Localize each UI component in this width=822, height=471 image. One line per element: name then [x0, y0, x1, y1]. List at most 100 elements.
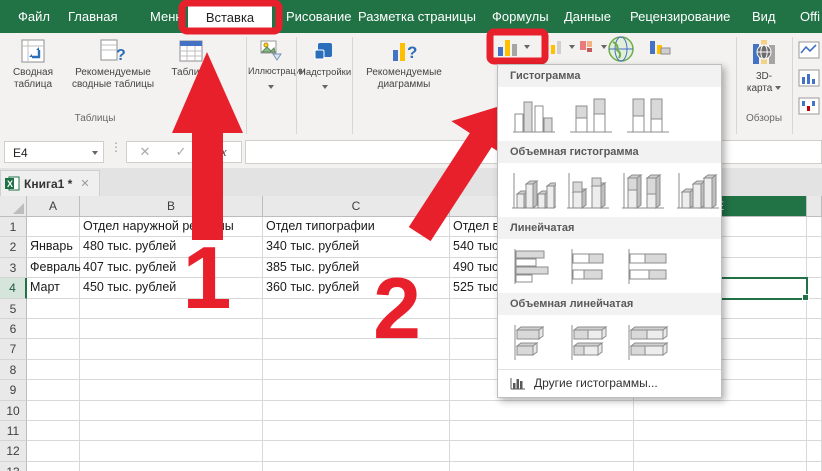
select-all-corner[interactable] [0, 196, 27, 217]
row-header-13[interactable]: 13 [0, 461, 27, 471]
chart-type-clustered-column[interactable] [510, 93, 558, 137]
document-tab[interactable]: X Книга1 * ✕ [0, 170, 100, 196]
row-header-11[interactable]: 11 [0, 421, 27, 442]
ribbon-tab-Разметка страницы[interactable]: Разметка страницы [358, 0, 476, 33]
cell-A11[interactable] [27, 421, 80, 442]
ribbon-tab-Данные[interactable]: Данные [564, 0, 611, 33]
insert-line-chart-button[interactable] [549, 39, 575, 55]
cell-B4[interactable]: 450 тыс. рублей [80, 278, 263, 299]
row-header-1[interactable]: 1 [0, 217, 27, 238]
chart-type-stacked-bar[interactable] [567, 245, 615, 289]
insert-map-chart-button[interactable] [606, 35, 636, 63]
row-header-2[interactable]: 2 [0, 237, 27, 258]
cell-C8[interactable] [263, 359, 450, 381]
chart-type-bar-3d-stacked[interactable] [567, 321, 615, 365]
cell-B7[interactable] [80, 339, 263, 360]
row-header-10[interactable]: 10 [0, 400, 27, 421]
cell-F5[interactable] [807, 298, 822, 319]
ribbon-tab-Формулы[interactable]: Формулы [492, 0, 549, 33]
cell-F9[interactable] [807, 380, 822, 401]
insert-hierarchy-chart-button[interactable] [579, 39, 607, 55]
cell-E10[interactable] [634, 400, 807, 421]
row-header-9[interactable]: 9 [0, 380, 27, 401]
cell-A3[interactable]: Февраль [27, 257, 81, 279]
cell-F10[interactable] [807, 400, 822, 421]
cell-C3[interactable]: 385 тыс. рублей [263, 257, 450, 279]
cell-A9[interactable] [27, 380, 80, 401]
cell-D12[interactable] [450, 441, 634, 462]
cell-E13[interactable] [634, 461, 807, 471]
cell-B10[interactable] [80, 400, 263, 421]
cell-D11[interactable] [450, 421, 634, 442]
addins-button[interactable]: Надстройки [299, 38, 351, 94]
cell-F11[interactable] [807, 421, 822, 442]
cell-F1[interactable] [807, 217, 822, 238]
row-header-8[interactable]: 8 [0, 359, 27, 381]
cell-F7[interactable] [807, 339, 822, 360]
cell-F12[interactable] [807, 441, 822, 462]
cell-A4[interactable]: Март [27, 278, 80, 299]
cell-C7[interactable] [263, 339, 450, 360]
cell-A10[interactable] [27, 400, 80, 421]
row-header-7[interactable]: 7 [0, 339, 27, 360]
pivot-table-button[interactable]: Сводная таблица [4, 38, 62, 91]
insert-pivot-chart-button[interactable] [648, 38, 672, 56]
insert-function-button[interactable]: fx [202, 141, 242, 163]
cell-B1[interactable]: Отдел наружной рекламы [80, 217, 263, 238]
ribbon-tab-Вставка[interactable]: Вставка [188, 3, 272, 33]
chart-type-stacked-column-100[interactable] [624, 93, 672, 137]
recommended-pivot-button[interactable]: ? Рекомендуемые сводные таблицы [62, 38, 164, 91]
sparkline-line-button[interactable] [798, 41, 820, 59]
map-3d-button[interactable]: 3D- карта [738, 38, 790, 95]
fill-handle[interactable] [802, 293, 809, 301]
chart-type-column-3d[interactable] [675, 169, 721, 213]
ribbon-tab-Вид[interactable]: Вид [752, 0, 776, 33]
chart-type-column-3d-stacked[interactable] [565, 169, 611, 213]
chart-type-clustered-bar[interactable] [510, 245, 558, 289]
cell-C10[interactable] [263, 400, 450, 421]
column-header-B[interactable]: B [80, 196, 263, 217]
cell-B6[interactable] [80, 319, 263, 340]
close-icon[interactable]: ✕ [80, 177, 89, 190]
cell-A12[interactable] [27, 441, 80, 462]
chart-type-bar-3d-stacked-100[interactable] [624, 321, 672, 365]
ribbon-tab-Offi[interactable]: Offi [800, 0, 820, 33]
more-histograms-item[interactable]: Другие гистограммы... [498, 369, 721, 396]
cell-C4[interactable]: 360 тыс. рублей [263, 278, 450, 299]
cell-B13[interactable] [80, 461, 263, 471]
ribbon-tab-Главная[interactable]: Главная [68, 0, 117, 33]
enter-icon[interactable]: ✓ [176, 144, 187, 160]
chart-type-column-3d-clustered[interactable] [510, 169, 556, 213]
cell-C11[interactable] [263, 421, 450, 442]
cell-C9[interactable] [263, 380, 450, 401]
cell-B12[interactable] [80, 441, 263, 462]
cell-F3[interactable] [807, 257, 822, 279]
cell-C5[interactable] [263, 298, 450, 319]
cell-A2[interactable]: Январь [27, 237, 80, 258]
cell-A1[interactable] [27, 217, 80, 238]
cell-F2[interactable] [807, 237, 822, 258]
cell-B9[interactable] [80, 380, 263, 401]
cell-F13[interactable] [807, 461, 822, 471]
ribbon-tab-Меню[interactable]: Меню [150, 0, 185, 33]
sparkline-column-button[interactable] [798, 69, 820, 87]
cell-C6[interactable] [263, 319, 450, 340]
ribbon-tab-Рисование[interactable]: Рисование [286, 0, 351, 33]
ribbon-tab-Рецензирование[interactable]: Рецензирование [630, 0, 730, 33]
cell-B2[interactable]: 480 тыс. рублей [80, 237, 263, 258]
cell-B5[interactable] [80, 298, 263, 319]
cancel-icon[interactable]: ✕ [140, 144, 151, 160]
cell-D10[interactable] [450, 400, 634, 421]
row-header-5[interactable]: 5 [0, 298, 27, 319]
cell-E12[interactable] [634, 441, 807, 462]
cell-C2[interactable]: 340 тыс. рублей [263, 237, 450, 258]
column-header-A[interactable]: A [27, 196, 80, 217]
ribbon-tab-Файл[interactable]: Файл [18, 0, 50, 33]
cell-F6[interactable] [807, 319, 822, 340]
cell-A7[interactable] [27, 339, 80, 360]
cell-B11[interactable] [80, 421, 263, 442]
cell-B8[interactable] [80, 359, 263, 381]
name-box[interactable]: E4 [4, 141, 104, 163]
cell-C1[interactable]: Отдел типографии [263, 217, 450, 238]
chart-type-column-3d-stacked-100[interactable] [620, 169, 666, 213]
